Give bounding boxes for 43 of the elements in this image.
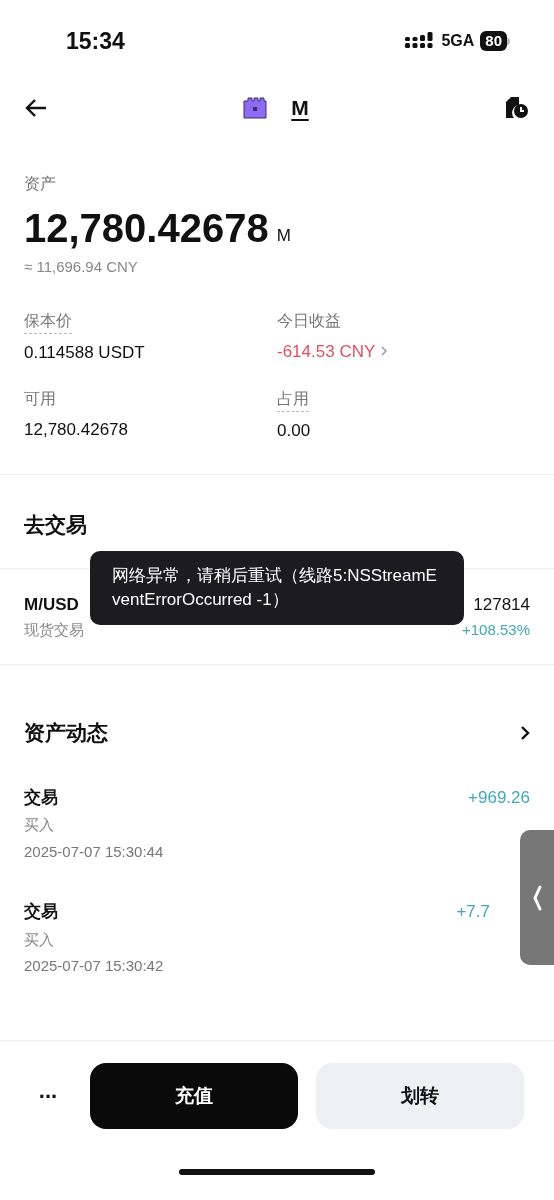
asset-amount: 12,780.42678 — [24, 205, 269, 252]
stat-label: 占用 — [277, 387, 309, 412]
activity-type: 交易 — [24, 901, 59, 923]
battery-indicator: 80 — [480, 31, 510, 51]
stat-value[interactable]: -614.53 CNY — [277, 338, 376, 364]
transfer-button[interactable]: 划转 — [316, 1063, 524, 1129]
go-trade-title: 去交易 — [23, 511, 88, 538]
more-button[interactable]: ... — [24, 1080, 72, 1112]
stat-value: 0.114588 USDT — [24, 341, 146, 364]
signal-icon — [405, 31, 436, 51]
activity-amount: +7.7 — [456, 901, 490, 923]
chevron-left-icon — [532, 884, 542, 911]
activity-time: 2025-07-07 15:30:44 — [24, 841, 164, 862]
status-time: 15:34 — [66, 26, 125, 56]
error-toast: 网络异常，请稍后重试（线路5:NSStreamEventErrorOccurred -1） — [90, 551, 464, 625]
pair-change: +108.53% — [462, 620, 530, 640]
coin-title[interactable]: M — [291, 92, 309, 124]
activity-amount: +969.26 — [468, 786, 530, 809]
back-arrow-icon — [24, 98, 48, 118]
pair-price: 127814 — [473, 593, 530, 616]
side-handle[interactable] — [520, 830, 554, 965]
pair-type: 现货交易 — [24, 620, 84, 640]
stat-label: 今日收益 — [277, 310, 341, 331]
trading-pair[interactable]: M/USD — [24, 591, 84, 617]
history-icon[interactable] — [504, 96, 530, 120]
stat-value: 0.00 — [277, 420, 312, 442]
activity-action: 买入 — [24, 929, 55, 950]
activity-title: 资产动态 — [24, 720, 108, 746]
activity-action: 买入 — [24, 815, 55, 835]
stat-label: 可用 — [24, 389, 56, 409]
token-logo-icon — [243, 97, 268, 119]
chevron-right-icon — [381, 346, 388, 357]
network-label: 5GA — [441, 31, 475, 51]
stat-label: 保本价 — [24, 308, 72, 334]
assets-label: 资产 — [24, 174, 57, 194]
activity-type: 交易 — [24, 786, 59, 809]
deposit-button[interactable]: 充值 — [90, 1063, 298, 1129]
chevron-right-icon[interactable] — [520, 725, 530, 740]
stat-value: 12,780.42678 — [24, 419, 129, 441]
asset-unit: M — [276, 224, 291, 247]
cny-equivalent: ≈ 11,696.94 CNY — [24, 257, 139, 277]
activity-time: 2025-07-07 15:30:42 — [24, 956, 164, 976]
back-button[interactable] — [24, 98, 48, 118]
